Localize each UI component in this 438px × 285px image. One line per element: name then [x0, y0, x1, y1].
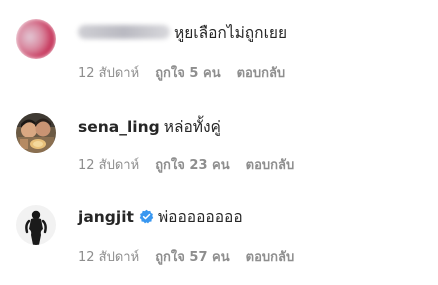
username[interactable]: jangjit — [78, 208, 134, 226]
comment-time[interactable]: 12 สัปดาห์ — [78, 249, 139, 267]
username[interactable]: sena_ling — [78, 118, 160, 136]
comment-time[interactable]: 12 สัปดาห์ — [78, 65, 139, 83]
comment-text: หล่อทั้งคู่ — [163, 118, 221, 136]
comment-meta: 12 สัปดาห์ ถูกใจ 5 คน ตอบกลับ — [78, 65, 285, 83]
avatar[interactable] — [16, 19, 56, 59]
comment-time[interactable]: 12 สัปดาห์ — [78, 157, 139, 175]
avatar[interactable] — [16, 113, 56, 153]
reply-button[interactable]: ตอบกลับ — [246, 157, 295, 175]
comment-text: หูยเลือกไม่ถูกเยย — [174, 24, 288, 42]
likes-count[interactable]: ถูกใจ 5 คน — [155, 65, 220, 83]
reply-button[interactable]: ตอบกลับ — [237, 65, 286, 83]
comment-meta: 12 สัปดาห์ ถูกใจ 57 คน ตอบกลับ — [78, 249, 294, 267]
likes-count[interactable]: ถูกใจ 23 คน — [155, 157, 229, 175]
avatar[interactable] — [16, 205, 56, 245]
comment-line: jangjit พ่ออออออออ — [78, 207, 243, 227]
verified-badge-icon — [139, 209, 154, 224]
comment-text: พ่ออออออออ — [157, 208, 243, 226]
comment-line: หูยเลือกไม่ถูกเยย — [78, 23, 287, 43]
comment-list: หูยเลือกไม่ถูกเยย 12 สัปดาห์ ถูกใจ 5 คน ตอ… — [0, 0, 438, 285]
comment-line: sena_ling หล่อทั้งคู่ — [78, 117, 221, 137]
comment-meta: 12 สัปดาห์ ถูกใจ 23 คน ตอบกลับ — [78, 157, 294, 175]
reply-button[interactable]: ตอบกลับ — [246, 249, 295, 267]
username[interactable] — [78, 25, 170, 39]
likes-count[interactable]: ถูกใจ 57 คน — [155, 249, 229, 267]
